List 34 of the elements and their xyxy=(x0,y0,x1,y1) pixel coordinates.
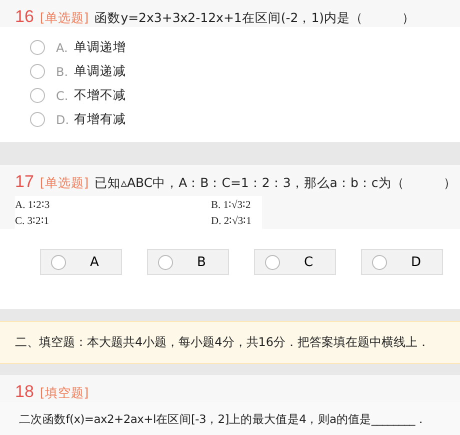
question-stem: 已知▵ABC中，A：B：C=1：2：3，那么a：b：c为（ ） xyxy=(94,175,456,192)
radio-button[interactable] xyxy=(30,64,45,79)
question-type: [单选题] xyxy=(40,175,89,192)
radio-button[interactable] xyxy=(372,254,387,270)
option-text: D. 2∶√3∶1 xyxy=(211,214,252,227)
question-stem: 函数y=2x3+3x2-12x+1在区间(-2，1)内是（ ） xyxy=(94,10,416,27)
question-type: [单选题] xyxy=(40,10,89,27)
option-text: B. 1∶√3∶2 xyxy=(211,198,252,211)
radio-button[interactable] xyxy=(51,254,66,270)
radio-button[interactable] xyxy=(265,254,280,270)
option-text: 不增不减 xyxy=(74,87,126,104)
radio-button[interactable] xyxy=(158,254,173,270)
answer-button[interactable]: B xyxy=(147,249,229,275)
answer-button[interactable]: C xyxy=(254,249,336,275)
option-text: C. 3∶2∶1 xyxy=(15,215,50,227)
option-text: 单调递减 xyxy=(74,63,126,80)
option-letter: A. xyxy=(56,40,69,54)
radio-button[interactable] xyxy=(30,88,45,103)
section-notice: 二、填空题：本大题共4小题，每小题4分，共16分．把答案填在题中横线上． xyxy=(0,321,460,364)
question-type: [填空题] xyxy=(40,385,89,402)
radio-button[interactable] xyxy=(30,112,45,127)
question-number: 17 xyxy=(15,172,34,192)
option-letter: B. xyxy=(56,64,70,78)
question-number: 16 xyxy=(15,7,34,27)
option-text: 有增有减 xyxy=(74,111,126,128)
option-letter: D. xyxy=(56,112,70,126)
answer-button[interactable]: A xyxy=(40,249,122,275)
radio-button[interactable] xyxy=(30,40,45,55)
option-text: 单调递增 xyxy=(74,39,126,56)
option-letter: C. xyxy=(56,88,70,102)
question-number: 18 xyxy=(15,382,34,402)
question-stem: 二次函数f(x)=ax2+2ax+l在区间[-3，2]上的最大值是4，则a的值是________． xyxy=(18,411,428,427)
answer-button[interactable]: D xyxy=(361,249,443,275)
option-text: A. 1∶2∶3 xyxy=(15,199,51,211)
